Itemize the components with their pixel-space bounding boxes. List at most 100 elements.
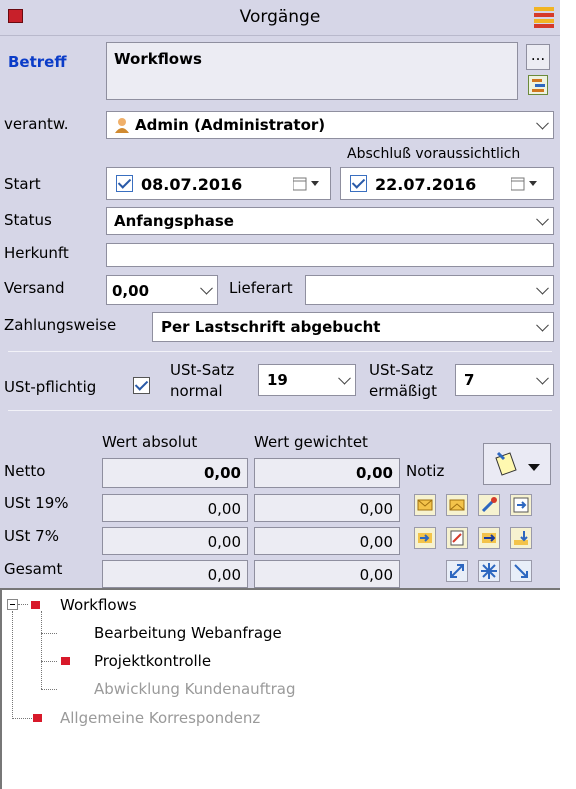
browse-icon[interactable] (528, 75, 548, 95)
start-date-value: 08.07.2016 (141, 175, 243, 194)
versand-label: Versand (4, 279, 65, 297)
end-date-checkbox[interactable] (350, 175, 367, 192)
chevron-down-icon[interactable] (536, 281, 549, 295)
arrow-in-icon[interactable] (414, 527, 436, 549)
tree-line (18, 604, 28, 605)
workflow-marker-icon (33, 714, 42, 722)
tree-child-label[interactable]: Projektkontrolle (94, 652, 211, 670)
end-date-value: 22.07.2016 (375, 175, 477, 194)
tree-line (41, 661, 57, 662)
netto-gew: 0,00 (254, 458, 400, 488)
chevron-down-icon[interactable] (200, 281, 213, 295)
ust-erm-select[interactable]: 7 (455, 364, 554, 396)
chevron-down-icon[interactable] (536, 371, 549, 385)
insert-icon[interactable] (510, 494, 532, 516)
chevron-down-icon[interactable] (536, 212, 549, 226)
tree-line (41, 633, 57, 634)
more-label: ... (530, 46, 546, 64)
start-date-checkbox[interactable] (116, 175, 133, 192)
divider (8, 351, 552, 352)
export-icon[interactable] (478, 527, 500, 549)
title-bar: Vorgänge (0, 0, 560, 36)
tree-line (12, 718, 32, 719)
person-icon (114, 117, 130, 133)
calendar-icon[interactable] (292, 177, 323, 191)
status-select[interactable]: Anfangsphase (106, 207, 554, 235)
chevron-down-icon[interactable] (536, 116, 549, 130)
gesamt-gew: 0,00 (254, 560, 400, 588)
window-title: Vorgänge (239, 7, 321, 27)
ust-pflichtig-label: USt-pflichtig (4, 378, 97, 396)
ust-normal-select[interactable]: 19 (258, 364, 356, 396)
ust19-gew: 0,00 (254, 494, 400, 522)
ust-normal-label-line2: normal (170, 382, 223, 400)
start-date-field[interactable]: 08.07.2016 (106, 167, 331, 200)
edit-icon[interactable] (446, 527, 468, 549)
abschluss-label: Abschluß voraussichtlich (347, 146, 521, 162)
calendar-icon[interactable] (510, 177, 541, 191)
netto-abs: 0,00 (102, 458, 248, 488)
zahlung-value: Per Lastschrift abgebucht (161, 318, 381, 336)
workflow-marker-icon (61, 657, 70, 665)
col-wert-absolut: Wert absolut (102, 433, 198, 451)
mail-in-icon[interactable] (414, 494, 436, 516)
mail-out-icon[interactable] (446, 494, 468, 516)
ust7-gew: 0,00 (254, 527, 400, 555)
tree-sibling-label[interactable]: Allgemeine Korrespondenz (60, 709, 260, 727)
lieferart-label: Lieferart (229, 279, 293, 297)
workflow-marker-icon (31, 601, 40, 609)
tree-child-label-disabled[interactable]: Abwicklung Kundenauftrag (94, 680, 295, 698)
start-label: Start (4, 175, 41, 193)
tree-line (12, 611, 13, 719)
herkunft-label: Herkunft (4, 244, 69, 262)
vorgaenge-window: Vorgänge Betreff Workflows ... verantw. … (0, 0, 560, 789)
col-wert-gewichtet: Wert gewichtet (254, 433, 368, 451)
tree-line (41, 611, 42, 689)
versand-value: 0,00 (112, 282, 150, 300)
lieferart-select[interactable] (305, 275, 554, 305)
ust-erm-label-line1: USt-Satz (369, 361, 434, 379)
row-label: USt 7% (4, 527, 59, 545)
zahlung-select[interactable]: Per Lastschrift abgebucht (152, 312, 554, 342)
expand-icon[interactable] (510, 560, 532, 582)
betreff-value: Workflows (114, 50, 202, 68)
status-value: Anfangsphase (114, 212, 234, 230)
tools-icon[interactable] (478, 494, 500, 516)
betreff-label: Betreff (8, 53, 67, 71)
verantw-value: Admin (Administrator) (135, 116, 326, 134)
gesamt-abs: 0,00 (102, 560, 248, 588)
row-label: Gesamt (4, 560, 63, 578)
tree-line (41, 689, 57, 690)
row-label: USt 19% (4, 494, 69, 512)
ust19-abs: 0,00 (102, 494, 248, 522)
notiz-label: Notiz (406, 462, 445, 480)
workflow-tree: Workflows Bearbeitung Webanfrage Projekt… (0, 588, 560, 789)
import-icon[interactable] (510, 527, 532, 549)
betreff-more-button[interactable]: ... (526, 44, 550, 70)
note-icon (492, 450, 520, 478)
row-label: Netto (4, 462, 46, 480)
ust-erm-value: 7 (464, 371, 475, 389)
dropdown-arrow-icon (528, 458, 540, 471)
tree-root-label[interactable]: Workflows (60, 596, 137, 614)
verantw-label: verantw. (4, 115, 69, 133)
tree-child-label[interactable]: Bearbeitung Webanfrage (94, 624, 282, 642)
chevron-down-icon[interactable] (536, 318, 549, 332)
betreff-field[interactable]: Workflows (106, 42, 518, 100)
ust-pflichtig-checkbox[interactable] (133, 377, 150, 394)
herkunft-input[interactable] (106, 243, 554, 267)
collapse-toggle[interactable] (7, 599, 18, 610)
collapse-icon[interactable] (446, 560, 468, 582)
ust-erm-label-line2: ermäßigt (369, 382, 437, 400)
end-date-field[interactable]: 22.07.2016 (340, 167, 554, 200)
list-menu-icon[interactable] (534, 6, 554, 28)
zahlung-label: Zahlungsweise (4, 316, 117, 334)
expand-all-icon[interactable] (478, 560, 500, 582)
chevron-down-icon[interactable] (338, 371, 351, 385)
ust-normal-label-line1: USt-Satz (170, 361, 235, 379)
ust7-abs: 0,00 (102, 527, 248, 555)
note-dropdown-button[interactable] (483, 443, 551, 485)
divider (8, 410, 552, 411)
verantw-select[interactable]: Admin (Administrator) (106, 111, 554, 139)
versand-select[interactable]: 0,00 (106, 275, 218, 305)
